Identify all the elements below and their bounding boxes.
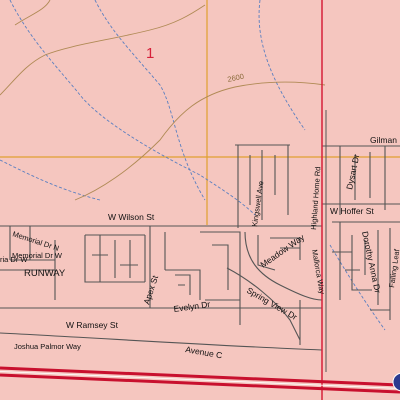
section-number: 1 (146, 45, 154, 62)
label-w-ramsey-st: W Ramsey St (66, 320, 119, 330)
label-joshua-palmor-way: Joshua Palmor Way (14, 342, 81, 351)
label-ia-dr: ria Dr W (0, 255, 28, 264)
label-w-wilson-st: W Wilson St (108, 212, 155, 222)
map-view[interactable]: 1 2600 Gilman W Wilson St W Hoffer St Me… (0, 0, 400, 400)
label-w-hoffer-st: W Hoffer St (330, 206, 374, 216)
label-gilman: Gilman (370, 135, 397, 145)
label-runway: RUNWAY (24, 268, 66, 279)
map-canvas[interactable]: 1 2600 Gilman W Wilson St W Hoffer St Me… (0, 0, 400, 400)
